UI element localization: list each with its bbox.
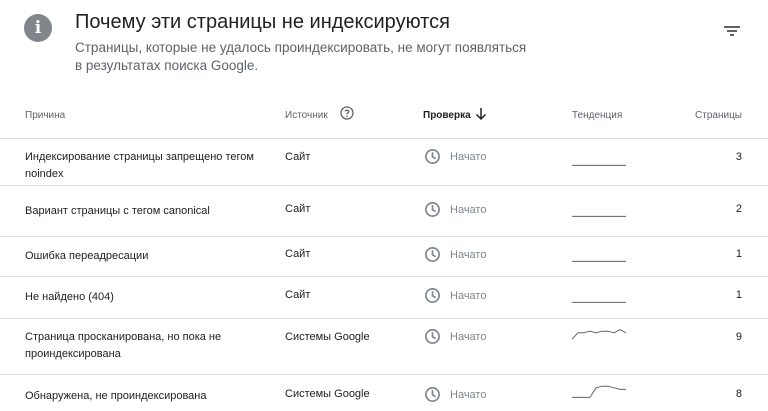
row-reason: Ошибка переадресации [25,250,149,262]
page-subtitle: Страницы, которые не удалось проиндексир… [75,40,527,73]
row-reason: Страница просканирована, но пока не прои… [25,331,222,360]
row-source: Системы Google [285,388,370,400]
trend-sparkline [572,164,626,166]
row-pages: 2 [735,203,742,215]
row-status: Начато [424,287,486,304]
row-pages: 1 [735,248,742,260]
card-header: i Почему эти страницы не индексируются С… [0,0,768,96]
clock-icon [425,247,440,262]
table-row[interactable]: Обнаружена, не проиндексирована Системы … [0,375,768,411]
sparkline-line [572,385,626,398]
row-reason: Обнаружена, не проиндексирована [25,390,207,402]
row-source: Сайт [285,289,311,301]
row-status: Начато [424,328,486,345]
filter-icon[interactable] [721,22,743,40]
page-title: Почему эти страницы не индексируются [75,11,450,33]
row-source: Системы Google [285,331,370,343]
row-source: Сайт [285,203,311,215]
arrow-down-icon[interactable] [475,107,487,121]
row-reason: Не найдено (404) [25,291,114,303]
status-label: Начато [450,289,487,302]
status-label: Начато [450,150,487,163]
row-pages: 9 [735,331,742,343]
status-label: Начато [450,203,487,216]
row-source: Сайт [285,151,311,163]
table-row[interactable]: Вариант страницы с тегом canonical Сайт … [0,186,768,237]
table-row[interactable]: Не найдено (404) Сайт Начато 1 [0,277,768,319]
row-pages: 1 [735,289,742,301]
row-status: Начато [424,386,486,403]
status-label: Начато [450,330,487,343]
status-label: Начато [450,388,487,401]
trend-sparkline [572,301,626,303]
trend-sparkline [572,260,626,262]
trend-sparkline [572,385,626,398]
clock-icon [425,387,440,402]
column-header-pages[interactable]: Страницы [695,110,742,121]
table-header: Причина Источник Проверка Тенденция Стра… [0,96,768,139]
table-body: Индексирование страницы запрещено тегом … [0,139,768,411]
sparkline-line [571,329,627,340]
row-status: Начато [424,148,486,165]
row-reason: Вариант страницы с тегом canonical [25,205,210,217]
column-header-reason[interactable]: Причина [25,110,65,121]
page: i Почему эти страницы не индексируются С… [0,0,768,411]
column-header-source[interactable]: Источник [285,110,328,121]
trend-sparkline [571,329,627,340]
row-status: Начато [424,201,486,218]
clock-icon [425,202,440,217]
clock-icon [425,329,440,344]
help-circle-icon[interactable] [340,106,354,120]
clock-icon [425,288,440,303]
table-row[interactable]: Ошибка переадресации Сайт Начато 1 [0,237,768,277]
row-pages: 3 [735,151,742,163]
column-header-trend[interactable]: Тенденция [572,110,622,121]
column-header-check[interactable]: Проверка [423,110,471,121]
table-row[interactable]: Страница просканирована, но пока не прои… [0,319,768,375]
row-source: Сайт [285,248,311,260]
table-row[interactable]: Индексирование страницы запрещено тегом … [0,139,768,186]
row-status: Начато [424,246,486,263]
row-reason: Индексирование страницы запрещено тегом … [25,151,254,180]
clock-icon [425,149,440,164]
status-label: Начато [450,248,487,261]
row-pages: 8 [735,388,742,400]
trend-sparkline [572,215,626,217]
info-icon: i [24,14,52,42]
